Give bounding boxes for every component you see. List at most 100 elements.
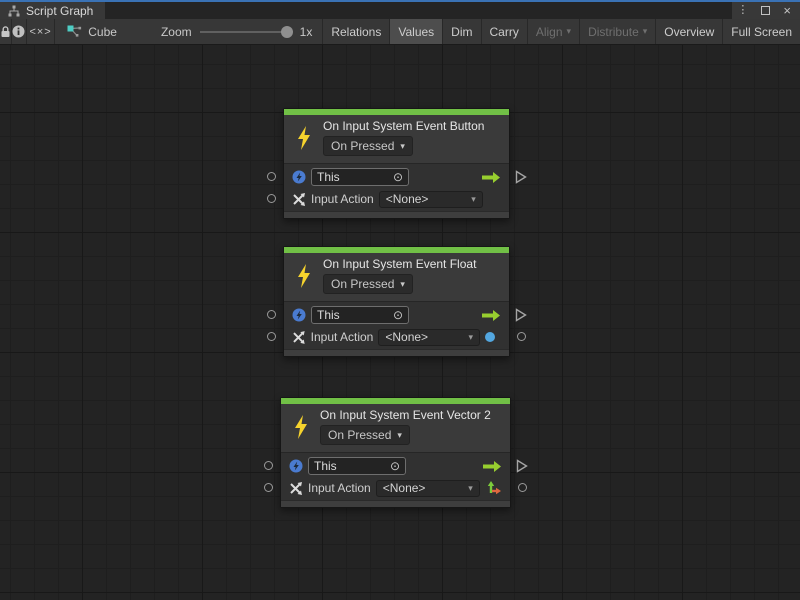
zoom-slider-handle[interactable] [281, 26, 293, 38]
caret-down-icon: ▾ [400, 280, 405, 289]
input-action-dropdown[interactable]: <None> ▾ [378, 329, 480, 346]
node-on-input-system-event-button[interactable]: On Input System Event Button On Pressed … [283, 108, 510, 219]
node-header-text: On Input System Event Float On Pressed ▾ [323, 257, 476, 294]
maximize-icon[interactable] [761, 6, 770, 15]
node-footer [281, 500, 510, 507]
event-type-value: On Pressed [331, 139, 394, 153]
port-row-input-action: Input Action <None> ▾ [289, 477, 502, 499]
toggle-label: Relations [331, 25, 381, 39]
graph-hierarchy-icon [8, 5, 20, 17]
dropdown-distribute[interactable]: Distribute▾ [579, 19, 655, 44]
vector2-output [486, 480, 502, 496]
zoom-slider[interactable] [200, 26, 292, 38]
toggle-dim[interactable]: Dim [442, 19, 480, 44]
caret-down-icon: ▾ [643, 27, 648, 36]
input-action-label: Input Action [311, 330, 374, 344]
this-value: This [317, 170, 340, 184]
control-output-port[interactable] [515, 170, 527, 184]
input-port-action[interactable] [264, 483, 273, 492]
node-header-text: On Input System Event Vector 2 On Presse… [320, 408, 491, 445]
event-type-dropdown[interactable]: On Pressed ▾ [320, 425, 410, 445]
this-object-field[interactable]: This ⊙ [308, 457, 406, 475]
control-output [483, 460, 502, 473]
this-value: This [317, 308, 340, 322]
graph-toolbar: <×> Cube Zoom 1x Relations Values Dim Ca… [0, 19, 800, 45]
this-object-field[interactable]: This ⊙ [311, 306, 409, 324]
zoom-label: Zoom [161, 25, 192, 39]
graph-canvas[interactable]: On Input System Event Button On Pressed … [0, 45, 800, 600]
object-picker-icon[interactable]: ⊙ [390, 460, 400, 472]
info-button[interactable] [12, 19, 27, 44]
node-body: This ⊙ Input Action [284, 163, 509, 211]
close-icon[interactable]: × [783, 4, 791, 17]
input-port-action[interactable] [267, 332, 276, 341]
dropdown-align[interactable]: Align▾ [527, 19, 579, 44]
zoom-control: Zoom 1x [131, 19, 322, 44]
input-port-this[interactable] [264, 461, 273, 470]
node-on-input-system-event-vector2[interactable]: On Input System Event Vector 2 On Presse… [280, 397, 511, 508]
vector2-value-icon [486, 480, 502, 496]
toggle-label: Overview [664, 25, 714, 39]
event-bolt-icon [293, 126, 315, 150]
port-row-this: This ⊙ [292, 304, 501, 326]
event-type-value: On Pressed [328, 428, 391, 442]
lock-icon [0, 26, 11, 38]
object-picker-icon[interactable]: ⊙ [393, 309, 403, 321]
this-object-field[interactable]: This ⊙ [311, 168, 409, 186]
tab-bar: Script Graph ⋮ × [0, 2, 800, 19]
port-row-input-action: Input Action <None> ▾ [292, 188, 501, 210]
node-header: On Input System Event Float On Pressed ▾ [284, 253, 509, 301]
window-controls: ⋮ × [732, 2, 800, 19]
object-picker-icon[interactable]: ⊙ [393, 171, 403, 183]
toggle-overview[interactable]: Overview [655, 19, 722, 44]
event-bolt-icon [293, 264, 315, 288]
graph-reference[interactable]: Cube [55, 19, 131, 44]
node-body: This ⊙ Input Action [284, 301, 509, 349]
node-title: On Input System Event Button [323, 119, 484, 133]
event-type-value: On Pressed [331, 277, 394, 291]
window-focus-highlight [0, 0, 800, 2]
value-output-port[interactable] [518, 483, 527, 492]
input-port-this[interactable] [267, 172, 276, 181]
toggle-relations[interactable]: Relations [322, 19, 389, 44]
zoom-slider-track [200, 31, 292, 33]
control-output [482, 309, 501, 322]
node-header: On Input System Event Button On Pressed … [284, 115, 509, 163]
input-port-this[interactable] [267, 310, 276, 319]
input-action-icon [292, 331, 306, 344]
code-view-icon: <×> [29, 26, 51, 38]
port-row-this: This ⊙ [292, 166, 501, 188]
input-port-action[interactable] [267, 194, 276, 203]
info-icon [12, 25, 25, 38]
code-view-button[interactable]: <×> [27, 19, 55, 44]
control-output-port[interactable] [515, 308, 527, 322]
port-row-this: This ⊙ [289, 455, 502, 477]
window-menu-icon[interactable]: ⋮ [737, 5, 748, 16]
value-output-port[interactable] [517, 332, 526, 341]
caret-down-icon: ▾ [567, 27, 572, 36]
float-output [485, 332, 501, 342]
node-on-input-system-event-float[interactable]: On Input System Event Float On Pressed ▾… [283, 246, 510, 357]
control-flow-arrow-icon [483, 460, 502, 473]
toggle-label: Full Screen [731, 25, 792, 39]
node-header-text: On Input System Event Button On Pressed … [323, 119, 484, 156]
input-action-dropdown[interactable]: <None> ▾ [376, 480, 480, 497]
control-output-port[interactable] [516, 459, 528, 473]
caret-down-icon: ▾ [471, 195, 476, 204]
input-action-value: <None> [385, 330, 428, 344]
graph-node-icon [67, 25, 82, 38]
toggle-carry[interactable]: Carry [481, 19, 527, 44]
toggle-values[interactable]: Values [389, 19, 442, 44]
lock-button[interactable] [0, 19, 12, 44]
input-action-dropdown[interactable]: <None> ▾ [379, 191, 483, 208]
event-type-dropdown[interactable]: On Pressed ▾ [323, 136, 413, 156]
unity-script-graph-window: Script Graph ⋮ × <×> [0, 0, 800, 600]
toggle-label: Dim [451, 25, 472, 39]
toggle-fullscreen[interactable]: Full Screen [722, 19, 800, 44]
toolbar-toggles: Relations Values Dim Carry Align▾ Distri… [322, 19, 800, 44]
input-action-label: Input Action [308, 481, 371, 495]
event-type-dropdown[interactable]: On Pressed ▾ [323, 274, 413, 294]
event-bolt-icon [290, 415, 312, 439]
port-row-input-action: Input Action <None> ▾ [292, 326, 501, 348]
tab-script-graph[interactable]: Script Graph [0, 2, 105, 19]
